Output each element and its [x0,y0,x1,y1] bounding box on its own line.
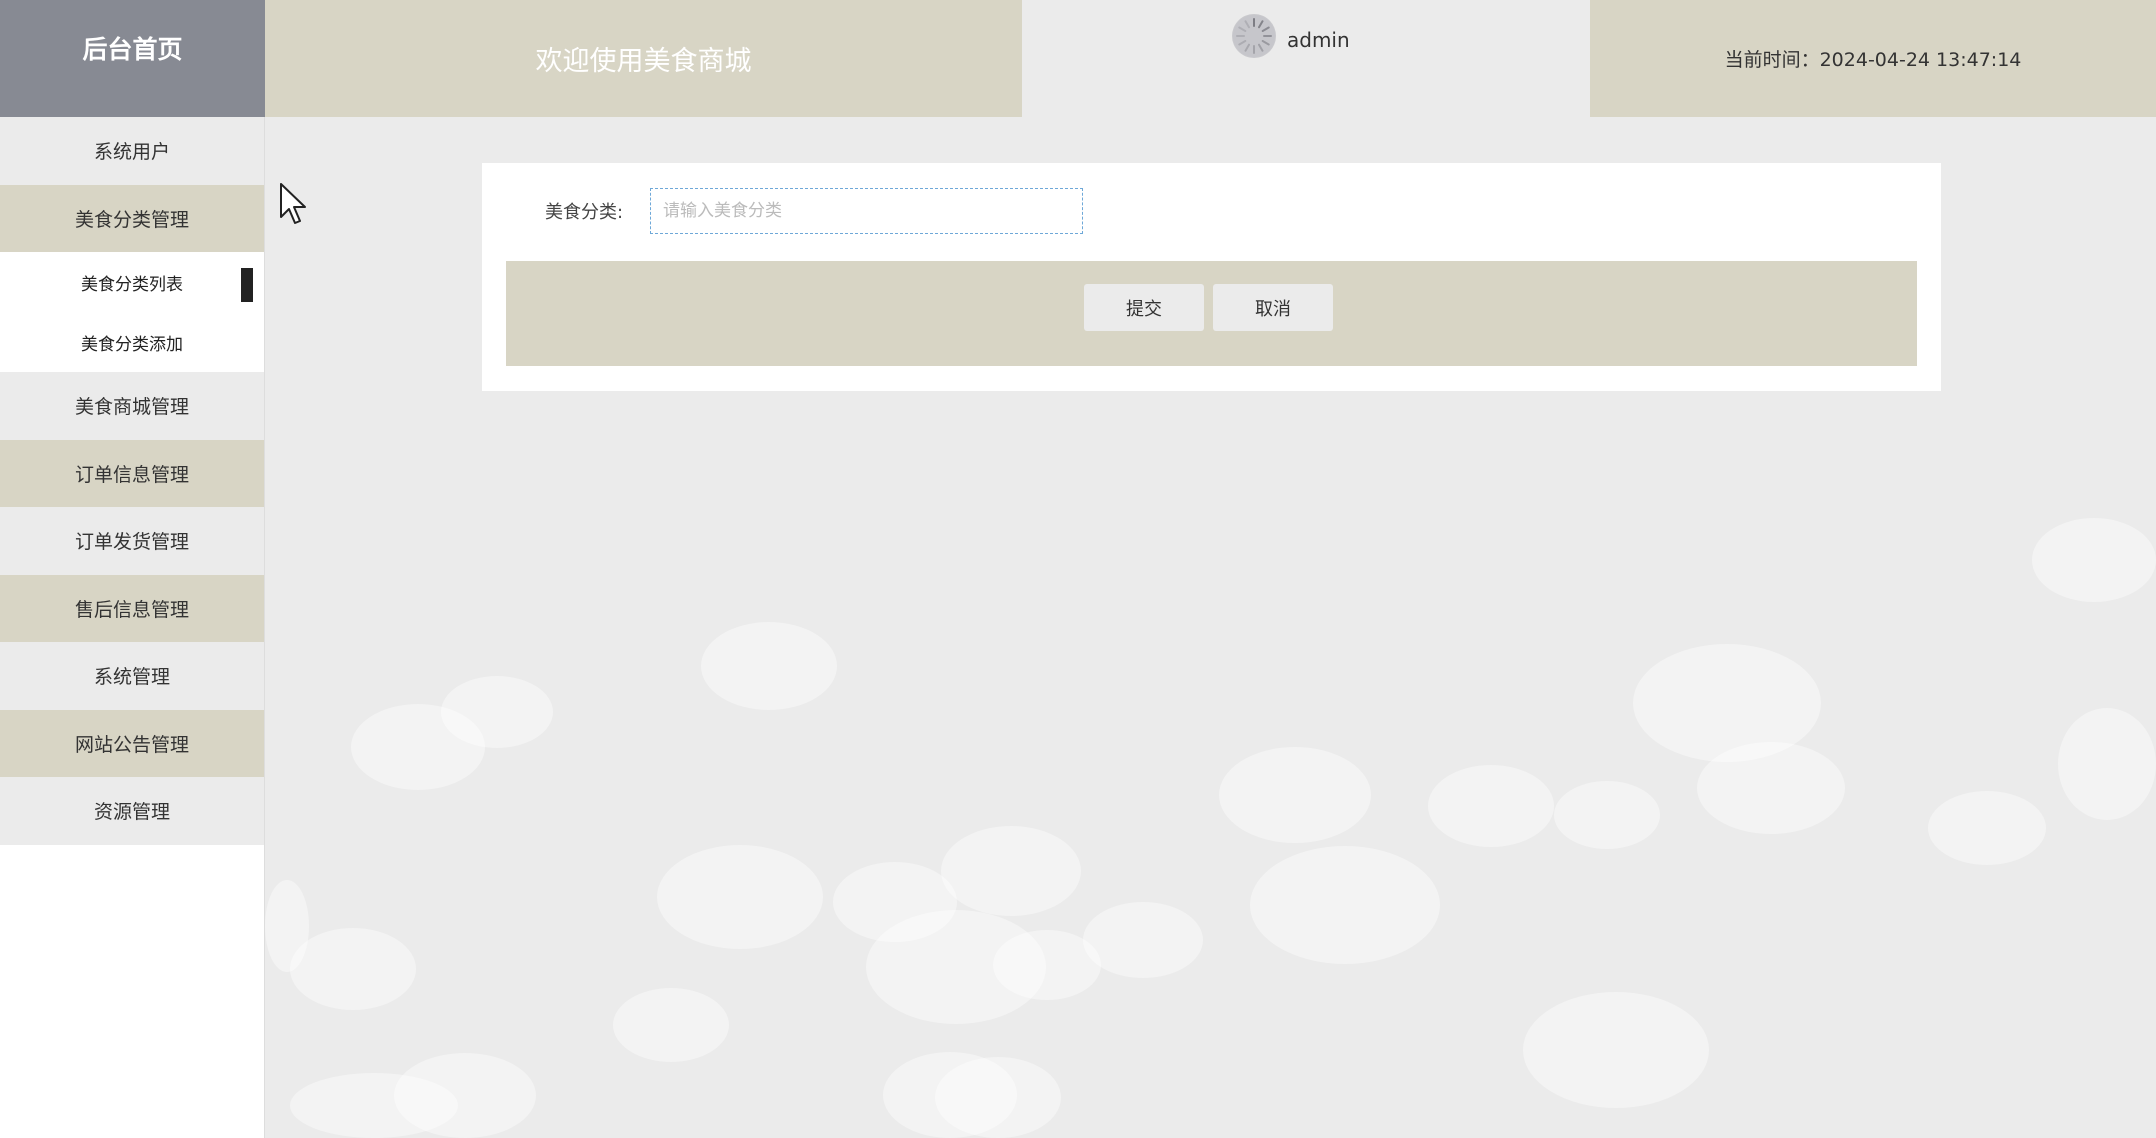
sidebar-subitem-food-category-list[interactable]: 美食分类列表 [0,252,264,312]
avatar-icon[interactable] [1232,14,1276,58]
cancel-button[interactable]: 取消 [1213,284,1333,331]
current-time: 当前时间：2024-04-24 13:47:14 [1590,0,2156,117]
sidebar-item-food-mall-management[interactable]: 美食商城管理 [0,372,264,440]
sidebar-item-food-category-management[interactable]: 美食分类管理 [0,184,264,252]
mouse-pointer-icon [280,183,306,224]
sidebar-item-system-users[interactable]: 系统用户 [0,117,264,185]
sidebar-subitem-food-category-add[interactable]: 美食分类添加 [0,312,264,372]
sidebar-item-system-management[interactable]: 系统管理 [0,642,264,710]
welcome-banner: 欢迎使用美食商城 [265,0,1022,117]
active-indicator [241,268,253,302]
sidebar-item-notice-management[interactable]: 网站公告管理 [0,709,264,777]
sidebar-item-order-info-management[interactable]: 订单信息管理 [0,439,264,507]
sidebar-item-order-shipping-management[interactable]: 订单发货管理 [0,507,264,575]
user-box: admin [1022,0,1590,117]
form-actions-bar: 提交 取消 [506,261,1917,366]
sidebar-item-resource-management[interactable]: 资源管理 [0,777,264,845]
username[interactable]: admin [1287,28,1350,52]
category-add-form: 美食分类: 提交 取消 [482,163,1941,391]
category-field-label: 美食分类: [545,202,624,223]
category-input[interactable] [650,188,1083,234]
sidebar-subitem-label: 美食分类列表 [81,274,183,295]
submit-button[interactable]: 提交 [1084,284,1204,331]
sidebar-subitem-label: 美食分类添加 [81,334,183,355]
brand-home-link[interactable]: 后台首页 [0,0,265,117]
sidebar-item-after-sales-management[interactable]: 售后信息管理 [0,574,264,642]
sidebar-menu: 系统用户 美食分类管理 美食分类列表 美食分类添加 美食商城管理 订单信息管理 … [0,117,265,1138]
